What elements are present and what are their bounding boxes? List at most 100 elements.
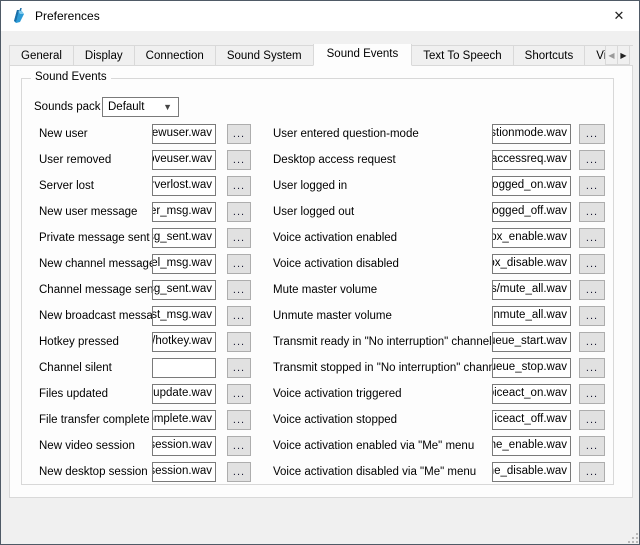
browse-button[interactable]: ... [579, 384, 605, 404]
tab-sound-system[interactable]: Sound System [215, 45, 314, 66]
sound-file-value: ueue_start.wav [492, 335, 567, 347]
sound-event-label: Server lost [39, 176, 94, 196]
sound-file-value: annel_msg.wav [152, 257, 212, 269]
browse-button[interactable]: ... [579, 306, 605, 326]
browse-button[interactable]: ... [227, 124, 251, 144]
sound-file-input[interactable]: dcast_msg.wav [152, 306, 216, 326]
sound-file-value: deosession.wav [152, 439, 212, 451]
browse-button[interactable]: ... [227, 202, 251, 222]
sound-event-label: Transmit stopped in "No interruption" ch… [273, 358, 504, 378]
resize-grip[interactable] [626, 531, 638, 543]
sound-file-input[interactable]: s/newuser.wav [152, 124, 216, 144]
sound-file-value: stionmode.wav [492, 127, 567, 139]
sound-file-input[interactable] [152, 358, 216, 378]
sound-event-label: File transfer complete [39, 410, 150, 430]
sound-file-input[interactable]: topsession.wav [152, 462, 216, 482]
sound-file-input[interactable]: /serverlost.wav [152, 176, 216, 196]
sound-file-value: oiceact_on.wav [492, 387, 567, 399]
sound-file-input[interactable]: iceact_off.wav [492, 410, 571, 430]
sound-file-input[interactable]: ogged_off.wav [492, 202, 571, 222]
sound-file-input[interactable]: unmute_all.wav [492, 306, 571, 326]
browse-button[interactable]: ... [579, 176, 605, 196]
preferences-dialog: Preferences ✕ GeneralDisplayConnectionSo… [0, 0, 640, 545]
sound-file-input[interactable]: ueue_stop.wav [492, 358, 571, 378]
browse-button[interactable]: ... [579, 410, 605, 430]
sound-event-label: User logged in [273, 176, 347, 196]
sound-event-label: New desktop session [39, 462, 148, 482]
title-bar: Preferences ✕ [1, 1, 639, 31]
sound-file-input[interactable]: me_enable.wav [492, 436, 571, 456]
browse-button[interactable]: ... [579, 462, 605, 482]
sound-file-input[interactable]: accessreq.wav [492, 150, 571, 170]
browse-button[interactable]: ... [227, 410, 251, 430]
browse-button[interactable]: ... [579, 436, 605, 456]
sound-file-input[interactable]: oiceact_on.wav [492, 384, 571, 404]
sound-file-input[interactable]: _msg_sent.wav [152, 228, 216, 248]
browse-button[interactable]: ... [579, 254, 605, 274]
browse-button[interactable]: ... [227, 306, 251, 326]
sound-file-input[interactable]: ox_enable.wav [492, 228, 571, 248]
sound-event-label: Mute master volume [273, 280, 377, 300]
sounds-pack-label: Sounds pack [34, 101, 101, 113]
tab-shortcuts[interactable]: Shortcuts [513, 45, 586, 66]
tab-bar: GeneralDisplayConnectionSound SystemSoun… [9, 44, 633, 66]
sound-file-value: ox_enable.wav [492, 231, 567, 243]
browse-button[interactable]: ... [227, 254, 251, 274]
browse-button[interactable]: ... [227, 176, 251, 196]
browse-button[interactable]: ... [579, 358, 605, 378]
close-icon[interactable]: ✕ [599, 1, 639, 31]
sound-event-label: Desktop access request [273, 150, 396, 170]
chevron-right-icon[interactable]: ▶ [617, 45, 630, 65]
browse-button[interactable]: ... [227, 332, 251, 352]
sound-event-label: New user [39, 124, 88, 144]
sound-file-input[interactable]: annel_msg.wav [152, 254, 216, 274]
sound-file-input[interactable]: /fileupdate.wav [152, 384, 216, 404]
tab-connection[interactable]: Connection [134, 45, 216, 66]
browse-button[interactable]: ... [227, 280, 251, 300]
sound-file-value: dcast_msg.wav [152, 309, 212, 321]
tab-display[interactable]: Display [73, 45, 135, 66]
tab-sound-events[interactable]: Sound Events [313, 44, 413, 66]
browse-button[interactable]: ... [227, 228, 251, 248]
sound-file-input[interactable]: deosession.wav [152, 436, 216, 456]
sound-event-label: Voice activation stopped [273, 410, 397, 430]
tab-general[interactable]: General [9, 45, 74, 66]
browse-button[interactable]: ... [579, 202, 605, 222]
browse-button[interactable]: ... [579, 124, 605, 144]
sound-event-label: New channel message [39, 254, 155, 274]
browse-button[interactable]: ... [579, 228, 605, 248]
sound-event-label: Channel message sent [39, 280, 157, 300]
browse-button[interactable]: ... [227, 436, 251, 456]
sound-file-input[interactable]: me_disable.wav [492, 462, 571, 482]
sounds-pack-select[interactable]: Default ▼ [102, 97, 179, 117]
sound-file-input[interactable]: /user_msg.wav [152, 202, 216, 222]
sound-event-label: Channel silent [39, 358, 112, 378]
browse-button[interactable]: ... [227, 384, 251, 404]
sound-event-label: Unmute master volume [273, 306, 392, 326]
sound-event-label: User logged out [273, 202, 354, 222]
sound-file-value: s/newuser.wav [152, 127, 212, 139]
sound-file-input[interactable]: _msg_sent.wav [152, 280, 216, 300]
sound-event-label: User removed [39, 150, 111, 170]
browse-button[interactable]: ... [579, 150, 605, 170]
browse-button[interactable]: ... [579, 280, 605, 300]
browse-button[interactable]: ... [227, 150, 251, 170]
sound-file-value: accessreq.wav [492, 153, 567, 165]
sound-event-label: Voice activation enabled via "Me" menu [273, 436, 474, 456]
tab-text-to-speech[interactable]: Text To Speech [411, 45, 513, 66]
sound-file-input[interactable]: logged_on.wav [492, 176, 571, 196]
sound-file-value: unmute_all.wav [492, 309, 567, 321]
sound-file-input[interactable]: _complete.wav [152, 410, 216, 430]
sound-file-input[interactable]: ds/hotkey.wav [152, 332, 216, 352]
sound-file-input[interactable]: s/mute_all.wav [492, 280, 571, 300]
sound-file-input[interactable]: stionmode.wav [492, 124, 571, 144]
sound-file-input[interactable]: ox_disable.wav [492, 254, 571, 274]
sound-file-value: _msg_sent.wav [152, 231, 212, 243]
browse-button[interactable]: ... [227, 358, 251, 378]
sound-event-label: New video session [39, 436, 135, 456]
browse-button[interactable]: ... [579, 332, 605, 352]
sound-file-value: _msg_sent.wav [152, 283, 212, 295]
sound-file-input[interactable]: emoveuser.wav [152, 150, 216, 170]
sound-file-input[interactable]: ueue_start.wav [492, 332, 571, 352]
browse-button[interactable]: ... [227, 462, 251, 482]
